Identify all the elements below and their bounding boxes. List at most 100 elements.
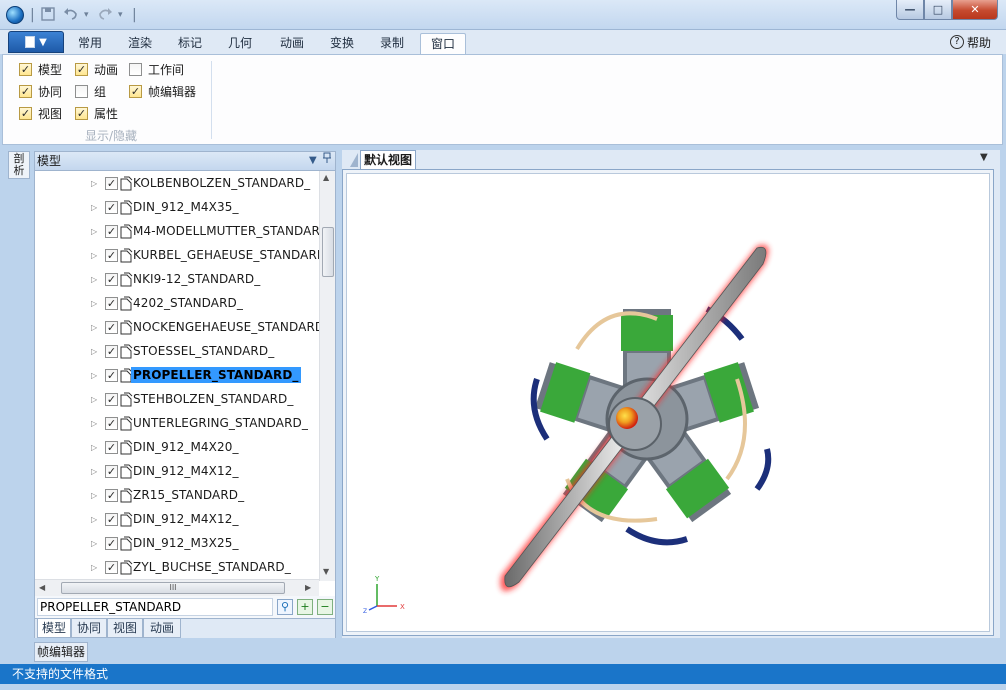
- tree-item[interactable]: ▷ ✓ DIN_912_M4X12_: [35, 509, 319, 529]
- save-icon[interactable]: [40, 6, 56, 24]
- tree-item[interactable]: ▷ ✓ DIN_912_M4X12_: [35, 461, 319, 481]
- expand-arrow-icon[interactable]: ▷: [91, 491, 97, 500]
- expand-arrow-icon[interactable]: ▷: [91, 419, 97, 428]
- tree-vertical-scrollbar[interactable]: ▲ ▼: [319, 171, 335, 581]
- expand-arrow-icon[interactable]: ▷: [91, 371, 97, 380]
- expand-arrow-icon[interactable]: ▷: [91, 515, 97, 524]
- redo-dropdown-icon[interactable]: ▾: [118, 6, 123, 24]
- collapse-all-icon[interactable]: −: [317, 599, 333, 615]
- app-logo-icon[interactable]: [6, 6, 24, 24]
- tree-item-checkbox[interactable]: ✓: [105, 296, 118, 310]
- tab-window[interactable]: 窗口: [420, 33, 466, 54]
- close-button[interactable]: ✕: [952, 0, 998, 20]
- scroll-down-icon[interactable]: ▼: [323, 567, 329, 576]
- tree-item[interactable]: ▷ ✓ PROPELLER_STANDARD_: [35, 365, 319, 385]
- expand-arrow-icon[interactable]: ▷: [91, 251, 97, 260]
- tab-geometry[interactable]: 几何: [218, 33, 262, 54]
- panel-tab-animation[interactable]: 动画: [143, 619, 181, 638]
- expand-arrow-icon[interactable]: ▷: [91, 563, 97, 572]
- expand-arrow-icon[interactable]: ▷: [91, 323, 97, 332]
- tree-item-checkbox[interactable]: ✓: [105, 368, 118, 382]
- tree-item-checkbox[interactable]: ✓: [105, 440, 118, 454]
- tree-item-checkbox[interactable]: ✓: [105, 248, 118, 262]
- toggle-properties[interactable]: ✓ 属性: [75, 105, 118, 121]
- model-search-input[interactable]: [37, 598, 273, 616]
- tree-item[interactable]: ▷ ✓ STOESSEL_STANDARD_: [35, 341, 319, 361]
- toggle-views[interactable]: ✓ 视图: [19, 105, 62, 121]
- undo-dropdown-icon[interactable]: ▾: [84, 6, 89, 24]
- tree-item[interactable]: ▷ ✓ KURBEL_GEHAEUSE_STANDARD: [35, 245, 319, 265]
- tree-item[interactable]: ▷ ✓ NOCKENGEHAEUSE_STANDARD: [35, 317, 319, 337]
- expand-arrow-icon[interactable]: ▷: [91, 347, 97, 356]
- engine-model-render[interactable]: Y X Z: [347, 174, 990, 632]
- undo-icon[interactable]: [62, 6, 80, 24]
- customize-toolbar-icon[interactable]: |: [132, 6, 137, 24]
- tree-item[interactable]: ▷ ✓ DIN_912_M4X20_: [35, 437, 319, 457]
- tree-item-checkbox[interactable]: ✓: [105, 488, 118, 502]
- tree-item[interactable]: ▷ ✓ KOLBENBOLZEN_STANDARD_: [35, 173, 319, 193]
- expand-arrow-icon[interactable]: ▷: [91, 203, 97, 212]
- expand-arrow-icon[interactable]: ▷: [91, 539, 97, 548]
- expand-arrow-icon[interactable]: ▷: [91, 227, 97, 236]
- tree-item-checkbox[interactable]: ✓: [105, 272, 118, 286]
- toggle-frame-editor[interactable]: ✓ 帧编辑器: [129, 83, 196, 99]
- panel-tab-views[interactable]: 视图: [107, 619, 143, 638]
- file-menu-button[interactable]: ▼: [8, 31, 64, 53]
- tab-animation[interactable]: 动画: [270, 33, 314, 54]
- checkbox-workspace[interactable]: [129, 62, 142, 76]
- tree-item[interactable]: ▷ ✓ DIN_912_M3X25_: [35, 533, 319, 553]
- scroll-up-icon[interactable]: ▲: [323, 173, 329, 182]
- tree-horizontal-scrollbar[interactable]: ◀ III ▶: [35, 579, 319, 596]
- expand-arrow-icon[interactable]: ▷: [91, 443, 97, 452]
- pin-icon[interactable]: [323, 152, 331, 171]
- tree-item[interactable]: ▷ ✓ M4-MODELLMUTTER_STANDAR: [35, 221, 319, 241]
- toggle-collaboration[interactable]: ✓ 协同: [19, 83, 62, 99]
- expand-arrow-icon[interactable]: ▷: [91, 467, 97, 476]
- tree-item[interactable]: ▷ ✓ NKI9-12_STANDARD_: [35, 269, 319, 289]
- checkbox-collaboration[interactable]: ✓: [19, 84, 32, 98]
- tree-item-checkbox[interactable]: ✓: [105, 344, 118, 358]
- checkbox-animation[interactable]: ✓: [75, 62, 88, 76]
- tree-item-checkbox[interactable]: ✓: [105, 224, 118, 238]
- checkbox-views[interactable]: ✓: [19, 106, 32, 120]
- expand-arrow-icon[interactable]: ▷: [91, 275, 97, 284]
- tree-item-checkbox[interactable]: ✓: [105, 512, 118, 526]
- tree-item-checkbox[interactable]: ✓: [105, 176, 118, 190]
- scroll-right-icon[interactable]: ▶: [305, 583, 311, 592]
- tree-item[interactable]: ▷ ✓ UNTERLEGRING_STANDARD_: [35, 413, 319, 433]
- checkbox-model[interactable]: ✓: [19, 62, 32, 76]
- 3d-viewport[interactable]: Y X Z: [346, 173, 990, 632]
- tab-transform[interactable]: 变换: [320, 33, 364, 54]
- tree-horizontal-scroll-thumb[interactable]: III: [61, 582, 285, 594]
- expand-arrow-icon[interactable]: ▷: [91, 395, 97, 404]
- tree-item-checkbox[interactable]: ✓: [105, 560, 118, 574]
- toggle-workspace[interactable]: 工作间: [129, 61, 184, 77]
- tree-item[interactable]: ▷ ✓ ZR15_STANDARD_: [35, 485, 319, 505]
- tree-item[interactable]: ▷ ✓ ZYL_BUCHSE_STANDARD_: [35, 557, 319, 577]
- tree-item-checkbox[interactable]: ✓: [105, 320, 118, 334]
- toggle-model[interactable]: ✓ 模型: [19, 61, 62, 77]
- tree-item-checkbox[interactable]: ✓: [105, 200, 118, 214]
- checkbox-properties[interactable]: ✓: [75, 106, 88, 120]
- panel-menu-icon[interactable]: ▼: [309, 152, 317, 170]
- checkbox-frame-editor[interactable]: ✓: [129, 84, 142, 98]
- tree-item[interactable]: ▷ ✓ DIN_912_M4X35_: [35, 197, 319, 217]
- tree-item-checkbox[interactable]: ✓: [105, 464, 118, 478]
- section-side-tab[interactable]: 剖析: [8, 151, 30, 179]
- redo-icon[interactable]: [96, 6, 114, 24]
- tab-markup[interactable]: 标记: [168, 33, 212, 54]
- tree-vertical-scroll-thumb[interactable]: [322, 227, 334, 277]
- panel-tab-collaboration[interactable]: 协同: [71, 619, 107, 638]
- default-view-tab[interactable]: 默认视图: [360, 150, 416, 169]
- tree-item-checkbox[interactable]: ✓: [105, 536, 118, 550]
- expand-all-icon[interactable]: +: [297, 599, 313, 615]
- maximize-button[interactable]: □: [924, 0, 952, 20]
- scroll-left-icon[interactable]: ◀: [39, 583, 45, 592]
- panel-tab-model[interactable]: 模型: [37, 619, 71, 638]
- toggle-group[interactable]: 组: [75, 83, 106, 99]
- checkbox-group[interactable]: [75, 84, 88, 98]
- tab-render[interactable]: 渲染: [118, 33, 162, 54]
- tree-item-checkbox[interactable]: ✓: [105, 392, 118, 406]
- search-icon[interactable]: ⚲: [277, 599, 293, 615]
- frame-editor-tab[interactable]: 帧编辑器: [34, 642, 88, 662]
